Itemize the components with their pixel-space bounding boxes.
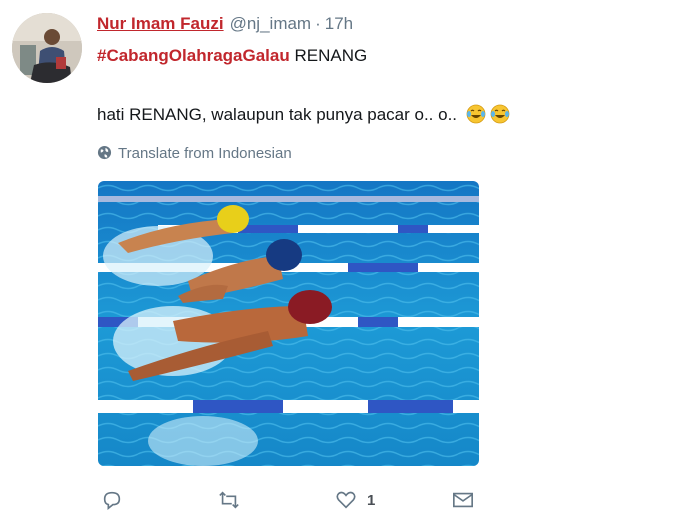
translate-label: Translate from Indonesian	[118, 145, 292, 162]
reply-icon	[103, 491, 121, 510]
tweet-header: Nur Imam Fauzi @nj_imam · 17h	[97, 14, 353, 34]
globe-icon	[97, 145, 112, 160]
direct-message-button[interactable]	[452, 484, 474, 516]
like-count: 1	[367, 491, 376, 509]
tweet-text-renang: RENANG	[289, 46, 368, 65]
tweet-card: Nur Imam Fauzi @nj_imam · 17h #CabangOlahra…	[0, 0, 691, 527]
tears-of-joy-emoji-icon	[490, 104, 510, 124]
avatar-photo	[12, 13, 82, 83]
tears-of-joy-emoji-icon	[466, 104, 486, 124]
separator-dot: ·	[315, 14, 321, 33]
hashtag-link[interactable]: #CabangOlahragaGalau	[97, 46, 290, 65]
tweet-timestamp[interactable]: 17h	[325, 14, 353, 33]
tweet-photo[interactable]	[98, 181, 479, 466]
avatar[interactable]	[12, 13, 82, 83]
envelope-icon	[453, 492, 473, 508]
reply-button[interactable]	[101, 484, 123, 516]
retweet-button[interactable]	[218, 484, 240, 516]
swimmers-photo	[98, 181, 479, 466]
like-button[interactable]: 1	[335, 484, 375, 516]
heart-icon	[336, 491, 356, 509]
tweet-text-line-2: hati RENANG, walaupun tak punya pacar o.…	[97, 104, 510, 125]
translate-link[interactable]: Translate from Indonesian	[97, 145, 292, 162]
tweet-actions: 1	[0, 484, 691, 516]
author-name[interactable]: Nur Imam Fauzi	[97, 14, 224, 33]
tweet-text-line-1: #CabangOlahragaGalau RENANG	[97, 46, 367, 66]
retweet-icon	[219, 491, 239, 509]
author-handle[interactable]: @nj_imam	[230, 14, 312, 33]
tweet-text-body: hati RENANG, walaupun tak punya pacar o.…	[97, 105, 458, 124]
